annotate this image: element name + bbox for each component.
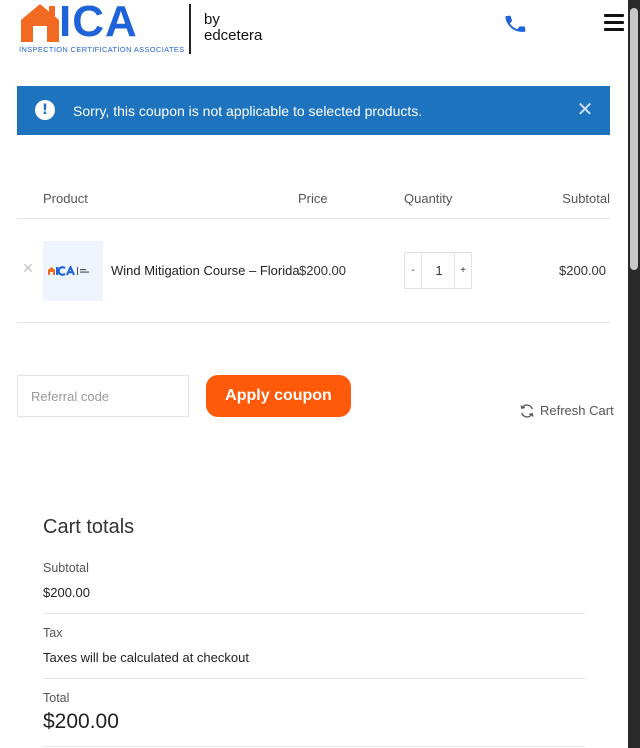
refresh-cart-label: Refresh Cart — [540, 403, 614, 418]
site-header: ICA INSPECTION CERTIFICATION ASSOCIATES … — [0, 0, 628, 62]
remove-item-icon[interactable]: × — [20, 259, 36, 277]
totals-tax-label: Tax — [43, 626, 63, 640]
refresh-icon — [520, 404, 534, 418]
coupon-error-notice: ! Sorry, this coupon is not applicable t… — [17, 86, 610, 135]
scrollbar-thumb[interactable] — [630, 8, 638, 270]
logo-tagline: INSPECTION CERTIFICATION ASSOCIATES — [19, 45, 185, 54]
notice-message: Sorry, this coupon is not applicable to … — [73, 103, 423, 119]
product-subtotal: $200.00 — [559, 263, 606, 278]
totals-subtotal-row: Subtotal $200.00 — [43, 561, 585, 614]
quantity-stepper: - 1 + — [404, 252, 472, 289]
exclamation-icon: ! — [35, 100, 55, 120]
product-thumbnail[interactable] — [43, 241, 103, 301]
page-scrollbar[interactable] — [628, 0, 640, 748]
column-header-quantity: Quantity — [404, 191, 453, 206]
logo-letters: ICA — [59, 0, 138, 46]
totals-subtotal-value: $200.00 — [43, 585, 90, 600]
logo-by-text: by — [204, 11, 220, 28]
column-header-product: Product — [43, 191, 88, 206]
phone-icon[interactable] — [503, 12, 527, 36]
cart-table-header: Product Price Quantity Subtotal — [17, 176, 610, 219]
logo-wordmark: ICA — [19, 0, 179, 46]
logo-divider — [189, 4, 191, 54]
column-header-subtotal: Subtotal — [562, 191, 610, 206]
apply-coupon-button[interactable]: Apply coupon — [206, 375, 351, 417]
edcetera-brand: by edcetera — [204, 12, 262, 44]
totals-total-label: Total — [43, 691, 70, 705]
referral-code-input[interactable] — [17, 375, 189, 417]
quantity-increase-button[interactable]: + — [454, 253, 471, 288]
product-logo-icon — [48, 266, 89, 276]
totals-total-value: $200.00 — [43, 710, 119, 733]
product-price: $200.00 — [299, 263, 346, 278]
ica-logo[interactable]: ICA INSPECTION CERTIFICATION ASSOCIATES — [19, 0, 184, 54]
totals-tax-row: Tax Taxes will be calculated at checkout — [43, 626, 585, 679]
quantity-input[interactable]: 1 — [423, 253, 455, 288]
product-name-link[interactable]: Wind Mitigation Course – Florida — [111, 263, 300, 278]
totals-total-row: Total $200.00 — [43, 691, 585, 747]
hamburger-menu-icon[interactable] — [604, 14, 624, 32]
cart-totals-title: Cart totals — [43, 516, 135, 538]
totals-tax-value: Taxes will be calculated at checkout — [43, 650, 249, 665]
column-header-price: Price — [298, 191, 328, 206]
quantity-decrease-button[interactable]: - — [405, 253, 422, 288]
table-row: × Wind Mitigation Course – Florida $200.… — [17, 220, 610, 323]
totals-subtotal-label: Subtotal — [43, 561, 89, 575]
house-icon — [21, 4, 59, 42]
close-icon[interactable]: ✕ — [575, 100, 595, 120]
logo-brand-text: edcetera — [204, 27, 263, 44]
